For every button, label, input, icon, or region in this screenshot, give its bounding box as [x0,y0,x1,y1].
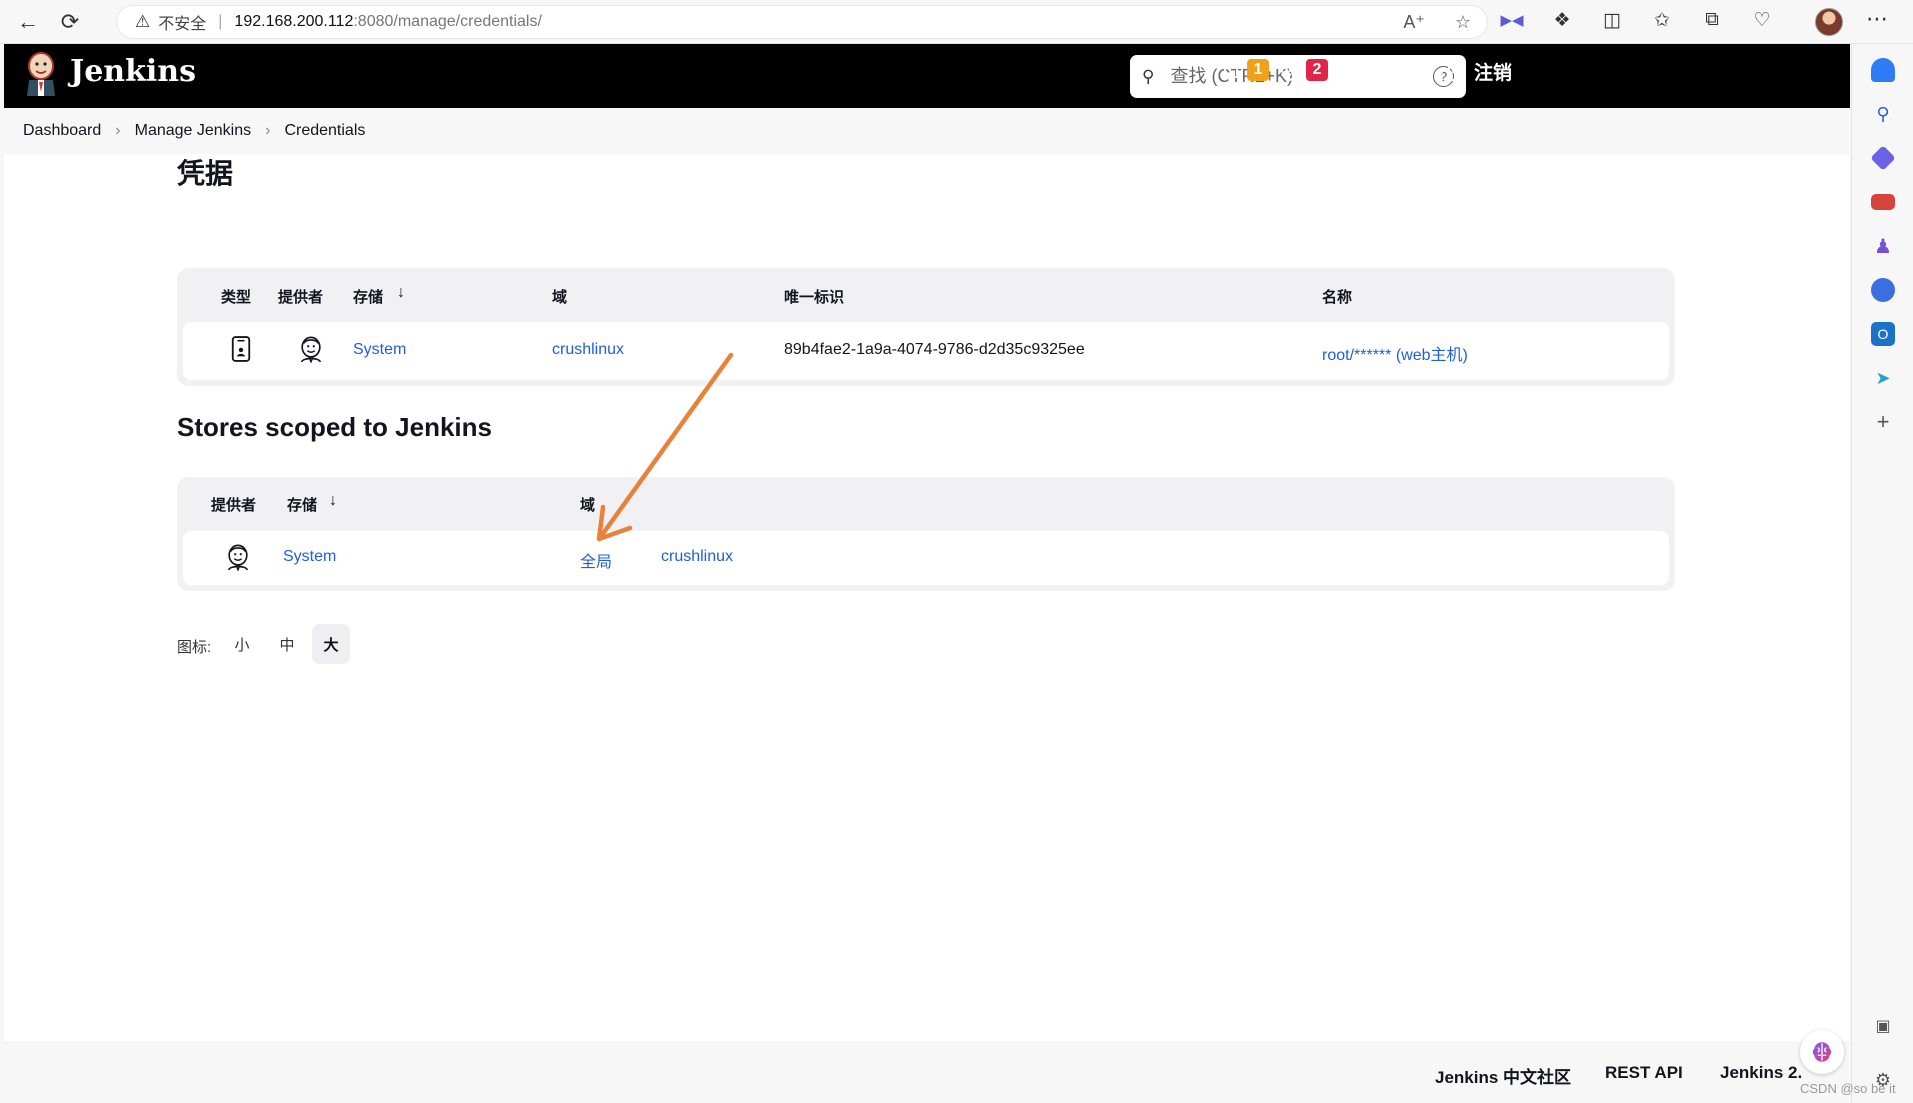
add-sidebar-icon[interactable]: + [1871,409,1895,434]
jenkins-logo-icon[interactable] [24,52,58,98]
brain-icon [1812,1042,1832,1062]
col-header-domain: 域 [580,497,596,514]
store-link[interactable]: System [283,548,336,566]
read-aloud-icon[interactable]: A⁺ [1403,12,1425,33]
bell-sidebar-icon[interactable] [1871,58,1895,82]
collections-icon[interactable]: ⧉ [1700,8,1724,32]
stores-section-title: Stores scoped to Jenkins [177,412,492,442]
logout-button[interactable]: 注销 [1444,58,1512,85]
stores-table: 提供者 存储 ↓ 域 System 全局 crushlinux [177,477,1675,591]
col-header-provider: 提供者 [211,497,257,514]
browser-essentials-icon[interactable]: ♡ [1750,8,1774,32]
shield-icon [1281,59,1299,81]
icon-size-medium-button[interactable]: 中 [268,624,306,664]
notifications-badge: 1 [1247,59,1269,81]
notifications-button[interactable]: 1 [1219,58,1269,82]
user-name: admin [1368,59,1424,80]
chevron-right-icon: › [265,122,271,139]
ai-assistant-button[interactable] [1800,1030,1844,1074]
url-host: 192.168.200.112 [234,13,354,30]
col-header-id: 唯一标识 [784,289,845,306]
page-title: 凭据 [177,158,234,189]
watermark-text: CSDN @so be it [1800,1081,1896,1096]
search-sidebar-icon[interactable]: ⚲ [1871,102,1895,126]
address-bar[interactable]: ⚠ 不安全 | 192.168.200.112:8080/manage/cred… [116,5,1488,39]
breadcrumb-credentials[interactable]: Credentials [284,122,365,140]
microsoft365-sidebar-icon[interactable] [1871,278,1895,302]
split-screen-icon[interactable]: ◫ [1600,8,1624,32]
footer-rest-api-link[interactable]: REST API [1605,1063,1683,1083]
outlook-sidebar-icon[interactable]: O [1871,322,1895,346]
url-path: :8080/manage/credentials/ [353,13,542,30]
send-sidebar-icon[interactable]: ➤ [1871,366,1895,390]
bell-icon [1222,62,1240,80]
reload-icon[interactable]: ⟳ [50,4,90,40]
table-row: System crushlinux 89b4fae2-1a9a-4074-978… [183,322,1669,380]
credential-type-icon [231,336,251,362]
search-icon: ⚲ [1142,66,1155,86]
credential-name-link[interactable]: root/****** (web主机) [1322,341,1468,365]
user-menu[interactable]: admin ⌄ [1338,58,1446,82]
table-row: System 全局 crushlinux [183,531,1669,585]
breadcrumb-manage-jenkins[interactable]: Manage Jenkins [135,122,252,140]
tag-sidebar-icon[interactable] [1870,145,1896,171]
toolbox-sidebar-icon[interactable] [1871,194,1895,210]
footer: Jenkins 中文社区 REST API Jenkins 2. [4,1041,1850,1103]
insecure-label: 不安全 [158,16,207,33]
global-domain-link[interactable]: 全局 [580,548,612,572]
icon-size-small-button[interactable]: 小 [223,624,261,664]
domain-link[interactable]: crushlinux [661,548,733,566]
favorite-star-icon[interactable]: ☆ [1455,12,1471,33]
extension-arrows-icon[interactable]: ▶◀ [1500,8,1524,32]
footer-community-link[interactable]: Jenkins 中文社区 [1435,1063,1571,1088]
sort-arrow-icon[interactable]: ↓ [329,492,337,510]
edge-sidebar: ⚲ ♟ O ➤ + ▣ ⚙ [1851,44,1913,1103]
col-header-provider: 提供者 [278,289,324,306]
logout-icon [1448,62,1465,81]
profile-avatar[interactable] [1815,8,1843,36]
sort-arrow-icon[interactable]: ↓ [397,284,405,302]
jenkins-provider-icon [227,544,249,571]
col-header-type: 类型 [221,289,252,306]
games-sidebar-icon[interactable]: ♟ [1871,234,1895,258]
logout-label: 注销 [1474,63,1513,84]
browser-toolbar: ← ⟳ ⚠ 不安全 | 192.168.200.112:8080/manage/… [0,0,1913,44]
col-header-domain: 域 [552,289,568,306]
col-header-name: 名称 [1322,289,1353,306]
more-menu-icon[interactable]: ⋯ [1866,6,1888,32]
security-badge: 2 [1306,59,1328,81]
icon-size-large-button[interactable]: 大 [312,624,350,664]
jenkins-provider-icon [300,336,322,363]
warning-icon: ⚠ [135,12,151,31]
security-button[interactable]: 2 [1278,58,1328,82]
user-icon [1339,59,1361,81]
breadcrumb-dashboard[interactable]: Dashboard [23,122,101,140]
breadcrumb: Dashboard › Manage Jenkins › Credentials [4,108,1850,154]
back-arrow-icon[interactable]: ← [8,4,48,40]
jenkins-header: Jenkins ⚲ ? 1 2 [4,44,1850,108]
col-header-store[interactable]: 存储 [353,286,383,307]
domain-link[interactable]: crushlinux [552,341,624,359]
footer-version-link[interactable]: Jenkins 2. [1720,1063,1802,1083]
credential-id: 89b4fae2-1a9a-4074-9786-d2d35c9325ee [784,341,1085,358]
credentials-table: 类型 提供者 存储 ↓ 域 唯一标识 名称 System crushlinux … [177,268,1675,386]
favorites-icon[interactable]: ✩ [1650,8,1674,32]
jenkins-app: Jenkins ⚲ ? 1 2 [4,44,1850,1103]
extensions-icon[interactable]: ❖ [1550,8,1574,32]
icon-size-label: 图标: [177,639,212,656]
store-link[interactable]: System [353,341,406,359]
screenshot-sidebar-icon[interactable]: ▣ [1871,1014,1895,1038]
jenkins-brand[interactable]: Jenkins [70,54,196,89]
col-header-store[interactable]: 存储 [287,494,317,515]
chevron-right-icon: › [115,122,121,139]
